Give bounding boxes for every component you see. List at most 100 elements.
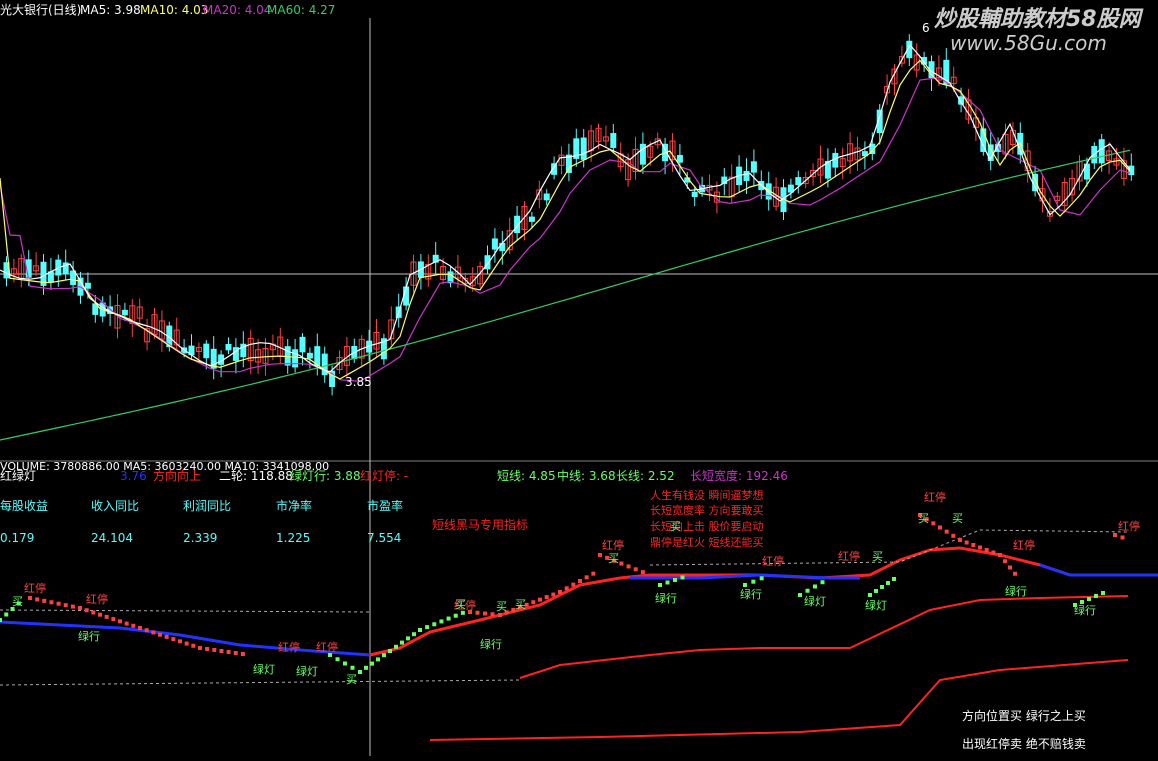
red-dot bbox=[591, 571, 596, 576]
red-dot bbox=[958, 538, 962, 542]
candle-body bbox=[203, 343, 210, 359]
candle-body bbox=[1098, 139, 1105, 164]
candle-body bbox=[84, 282, 91, 289]
green-dot bbox=[868, 593, 872, 597]
green-dot bbox=[412, 632, 416, 637]
candle-body bbox=[543, 193, 550, 201]
red-stop-signal: 红停 bbox=[924, 490, 946, 504]
red-dot bbox=[964, 540, 969, 545]
main-blue-line bbox=[0, 620, 371, 657]
green-dot bbox=[751, 579, 756, 584]
buy-signal: 买 bbox=[952, 512, 963, 525]
red-dot bbox=[991, 550, 996, 555]
red-dot bbox=[598, 553, 602, 557]
candle-body bbox=[491, 238, 498, 250]
fund-value: 2.339 bbox=[183, 531, 217, 545]
green-dot bbox=[820, 580, 825, 585]
green-dot bbox=[446, 616, 451, 621]
green-dot bbox=[880, 585, 884, 589]
watermark-url: www.58Gu.com bbox=[950, 31, 1107, 55]
candle-body bbox=[306, 352, 313, 359]
fund-header: 利润同比 bbox=[183, 499, 231, 513]
fund-value: 24.104 bbox=[91, 531, 133, 545]
indicator-subtitle: 短线黑马专用指标 bbox=[432, 517, 528, 532]
candle-body bbox=[610, 133, 617, 148]
red-dot bbox=[971, 543, 976, 547]
candle-body bbox=[299, 336, 306, 353]
red-dot bbox=[158, 632, 162, 637]
red-dot bbox=[544, 595, 549, 600]
buy-signal: 买 bbox=[455, 598, 466, 611]
red-dot bbox=[131, 623, 136, 628]
buy-signal: 买 bbox=[496, 600, 507, 613]
red-dot bbox=[498, 613, 502, 617]
red-dot bbox=[219, 649, 224, 653]
red-dot bbox=[633, 567, 638, 572]
red-dot bbox=[483, 611, 487, 616]
green-dot bbox=[418, 628, 422, 632]
green-dot bbox=[658, 583, 662, 587]
buy-signal: 买 bbox=[872, 550, 883, 563]
ma5-label: MA5: 3.98 bbox=[80, 3, 141, 17]
candle-body bbox=[676, 154, 683, 163]
red-dot bbox=[144, 628, 149, 633]
red-dot bbox=[226, 650, 231, 654]
buy-signal: 买 bbox=[346, 673, 357, 686]
green-dot bbox=[376, 657, 380, 662]
ma10-label: MA10: 4.03 bbox=[140, 3, 208, 17]
fund-value: 1.225 bbox=[276, 531, 310, 545]
fund-value: 7.554 bbox=[367, 531, 401, 545]
indicator-name: 红绿灯 bbox=[0, 468, 36, 483]
green-walk-signal: 绿行 bbox=[1005, 584, 1027, 598]
red-dot bbox=[931, 521, 936, 526]
green-light-signal: 绿灯 bbox=[804, 594, 826, 608]
candle-body bbox=[743, 170, 750, 181]
red-dot bbox=[475, 610, 480, 615]
candle-body bbox=[284, 346, 291, 366]
green-dot bbox=[439, 619, 444, 624]
red-dot bbox=[184, 641, 189, 646]
green-light-signal: 绿灯 bbox=[865, 598, 887, 612]
green-walk-signal: 绿行 bbox=[78, 629, 100, 643]
red-dot bbox=[578, 579, 582, 583]
indicator-item2: 二轮: 118.88 bbox=[219, 469, 293, 483]
candle-body bbox=[565, 154, 572, 174]
red-dot bbox=[571, 582, 576, 587]
red-dot bbox=[164, 634, 169, 639]
indicator-item4: 红灯停: - bbox=[360, 468, 408, 483]
long-red-line bbox=[429, 659, 1129, 741]
green-dot bbox=[1101, 591, 1105, 595]
note-line: 人生有钱没 瞬间逼梦想 bbox=[650, 488, 764, 502]
red-dot bbox=[538, 597, 542, 602]
green-dot bbox=[358, 670, 362, 674]
green-dot bbox=[1094, 594, 1098, 598]
red-dot bbox=[98, 612, 102, 617]
red-dot bbox=[564, 586, 569, 591]
red-stop-signal: 红停 bbox=[762, 554, 784, 568]
red-dot bbox=[1013, 571, 1017, 576]
red-dot bbox=[191, 643, 196, 648]
red-dot bbox=[619, 561, 624, 566]
green-dot bbox=[886, 581, 890, 585]
red-dot bbox=[240, 652, 245, 656]
note-line: 鼎停是红火 短线还能买 bbox=[650, 535, 764, 549]
red-dot bbox=[198, 646, 202, 650]
red-stop-signal: 红停 bbox=[602, 538, 624, 552]
red-dot bbox=[1003, 559, 1007, 564]
mid-line: 中线: 3.68 bbox=[557, 468, 616, 483]
red-dot bbox=[531, 600, 536, 605]
short-line: 短线: 4.85 bbox=[497, 469, 556, 483]
red-dot bbox=[124, 621, 129, 626]
red-dot bbox=[1120, 535, 1125, 540]
red-dot bbox=[56, 601, 61, 606]
green-dot bbox=[350, 665, 355, 670]
candle-body bbox=[580, 137, 587, 160]
red-stop-signal: 红停 bbox=[86, 592, 108, 606]
fund-value: 0.179 bbox=[0, 531, 34, 545]
footer-note: 方向位置买 绿行之上买 bbox=[962, 708, 1086, 723]
stock-chart: 光大银行(日线) MA5: 3.98 MA10: 4.03 MA20: 4.04… bbox=[0, 3, 1158, 756]
green-dot bbox=[388, 649, 392, 653]
red-dot bbox=[138, 626, 142, 630]
fund-header: 市盈率 bbox=[367, 498, 403, 513]
dashed-line bbox=[0, 679, 521, 686]
